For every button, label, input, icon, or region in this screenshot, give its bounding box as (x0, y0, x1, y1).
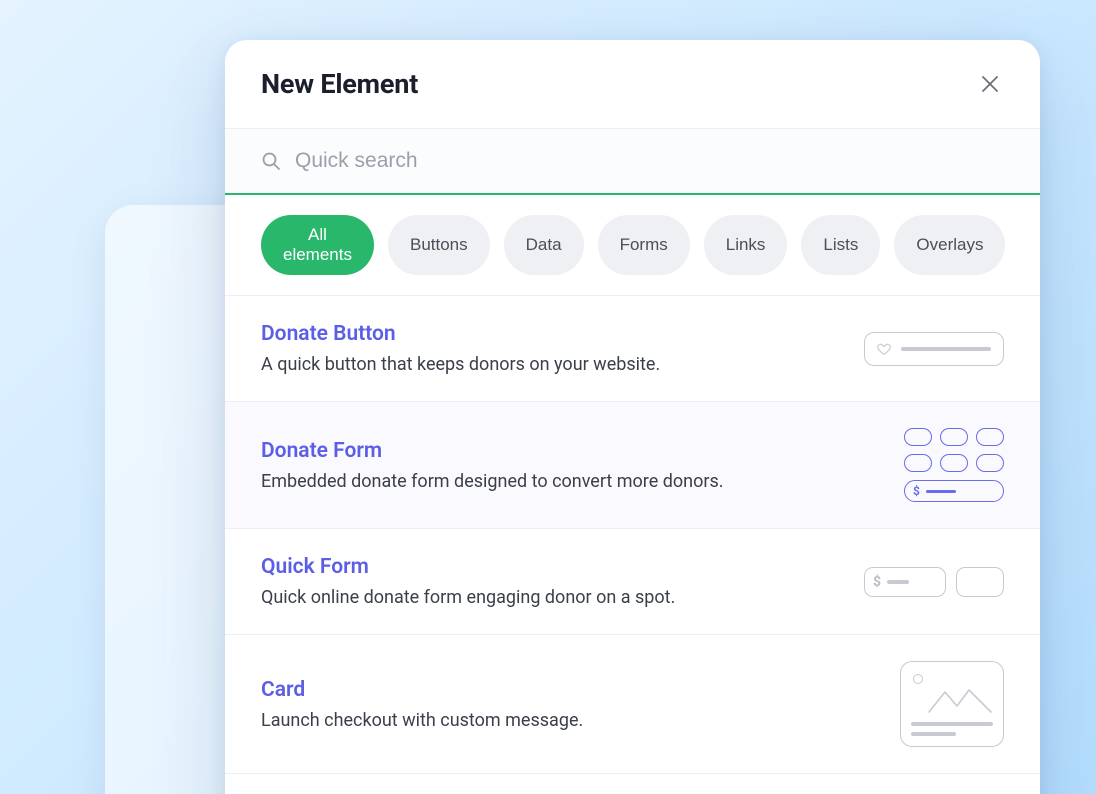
list-item-title: Quick Form (261, 555, 844, 579)
filter-chip-data[interactable]: Data (504, 215, 584, 275)
search-icon (261, 151, 281, 171)
filter-chip-links[interactable]: Links (704, 215, 788, 275)
donate-form-preview-icon: $ (904, 428, 1004, 502)
list-item-text: Donate Button A quick button that keeps … (261, 322, 844, 375)
filter-chip-all-elements[interactable]: All elements (261, 215, 374, 275)
close-button[interactable] (976, 70, 1004, 98)
new-element-modal: New Element All elements Buttons Data Fo… (225, 40, 1040, 794)
filter-chip-forms[interactable]: Forms (598, 215, 690, 275)
search-input[interactable] (295, 149, 1004, 173)
list-item[interactable]: Card Launch checkout with custom message… (225, 635, 1040, 774)
element-list: Donate Button A quick button that keeps … (225, 296, 1040, 794)
close-icon (981, 75, 999, 93)
list-item-description: Launch checkout with custom message. (261, 710, 880, 731)
list-item-text: Card Launch checkout with custom message… (261, 678, 880, 731)
list-item-description: A quick button that keeps donors on your… (261, 354, 844, 375)
quick-form-preview-icon: $ (864, 567, 1004, 597)
filter-chip-lists[interactable]: Lists (801, 215, 880, 275)
list-item-text: Quick Form Quick online donate form enga… (261, 555, 844, 608)
donate-button-preview-icon (864, 332, 1004, 366)
list-item-title: Donate Form (261, 439, 884, 463)
list-item-title: Card (261, 678, 880, 702)
filter-chip-row: All elements Buttons Data Forms Links Li… (225, 195, 1040, 296)
filter-chip-overlays[interactable]: Overlays (894, 215, 1005, 275)
modal-title: New Element (261, 68, 418, 100)
mountain-icon (927, 684, 993, 714)
list-item-text: Donate Form Embedded donate form designe… (261, 439, 884, 492)
list-item[interactable]: Donate Button A quick button that keeps … (225, 296, 1040, 402)
list-item-description: Quick online donate form engaging donor … (261, 587, 844, 608)
card-preview-icon (900, 661, 1004, 747)
search-bar[interactable] (225, 128, 1040, 195)
filter-chip-buttons[interactable]: Buttons (388, 215, 490, 275)
list-item[interactable]: Sticky Button (225, 774, 1040, 794)
heart-icon (877, 342, 891, 356)
list-item[interactable]: Donate Form Embedded donate form designe… (225, 402, 1040, 529)
list-item-title: Donate Button (261, 322, 844, 346)
list-item-description: Embedded donate form designed to convert… (261, 471, 884, 492)
list-item[interactable]: Quick Form Quick online donate form enga… (225, 529, 1040, 635)
modal-header: New Element (225, 40, 1040, 128)
